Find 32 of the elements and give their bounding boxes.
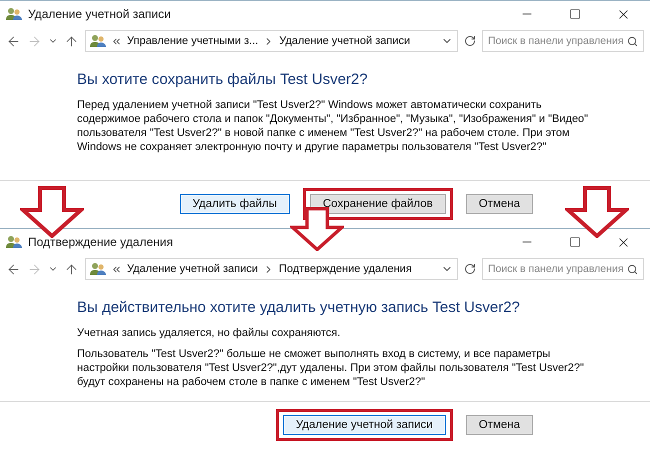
maximize-icon[interactable] [569,8,581,20]
search-icon [627,264,638,274]
refresh-icon[interactable] [464,35,476,47]
paragraph: Перед удалением учетной записи "Test Usver2?" Windows может автоматически сохранить содержимое рабочего стола и папок "Документы", "Избранное", "Музыка", "Изображения" и "Видео" пользователя "Test Usver2?" в новой папке с именем "Test Usver2?" на рабочем столе. При этом Windows не сохраняет электронную почту и другие параметры пользователя "Test Usver2?" [77,98,590,154]
breadcrumb[interactable]: Удаление учетной записи [279,35,410,47]
users-icon [6,235,22,249]
breadcrumb[interactable]: Удаление учетной записи [127,263,258,275]
search-field[interactable]: Поиск в панели управления [482,30,644,52]
breadcrumb[interactable]: Управление учетными з... [127,35,258,47]
maximize-icon[interactable] [569,236,581,248]
double-chevron-icon [111,36,122,46]
search-icon [627,36,638,46]
search-field[interactable]: Поиск в панели управления [482,258,644,280]
dialog-heading: Вы действительно хотите удалить учетную запись Test Usver2? [77,299,521,316]
dialog-button[interactable]: Удаление учетной записи [282,415,446,435]
double-chevron-icon [111,264,122,274]
paragraph: Учетная запись удаляется, но файлы сохраняются. [77,326,342,340]
refresh-icon[interactable] [464,263,476,275]
dialog-button[interactable]: Сохранение файлов [310,194,446,214]
breadcrumb[interactable]: Подтверждение удаления [278,263,412,275]
users-icon [90,34,106,48]
dialog-heading: Вы хотите сохранить файлы Test Usver2? [77,71,369,88]
window-title: Подтверждение удаления [28,235,174,249]
address-bar[interactable]: Удаление учетной записи Подтверждение удаления [85,258,458,280]
dialog-button[interactable]: Отмена [466,415,533,435]
address-bar[interactable]: Управление учетными з... Удаление учетной записи [85,30,458,52]
dialog-button[interactable]: Удалить файлы [180,194,290,214]
users-icon [90,262,106,276]
window-title: Удаление учетной записи [28,7,172,21]
dialog-button[interactable]: Отмена [466,194,533,214]
paragraph: Пользователь "Test Usver2?" больше не сможет выполнять вход в систему, и все параметры настройки пользователя "Test Usver2?",дут удалены. При этом файлы пользователя "Test Usver2?" будут сохранены на рабочем столе в папке с именем "Test Usver2?" [77,347,585,389]
users-icon [6,7,22,21]
